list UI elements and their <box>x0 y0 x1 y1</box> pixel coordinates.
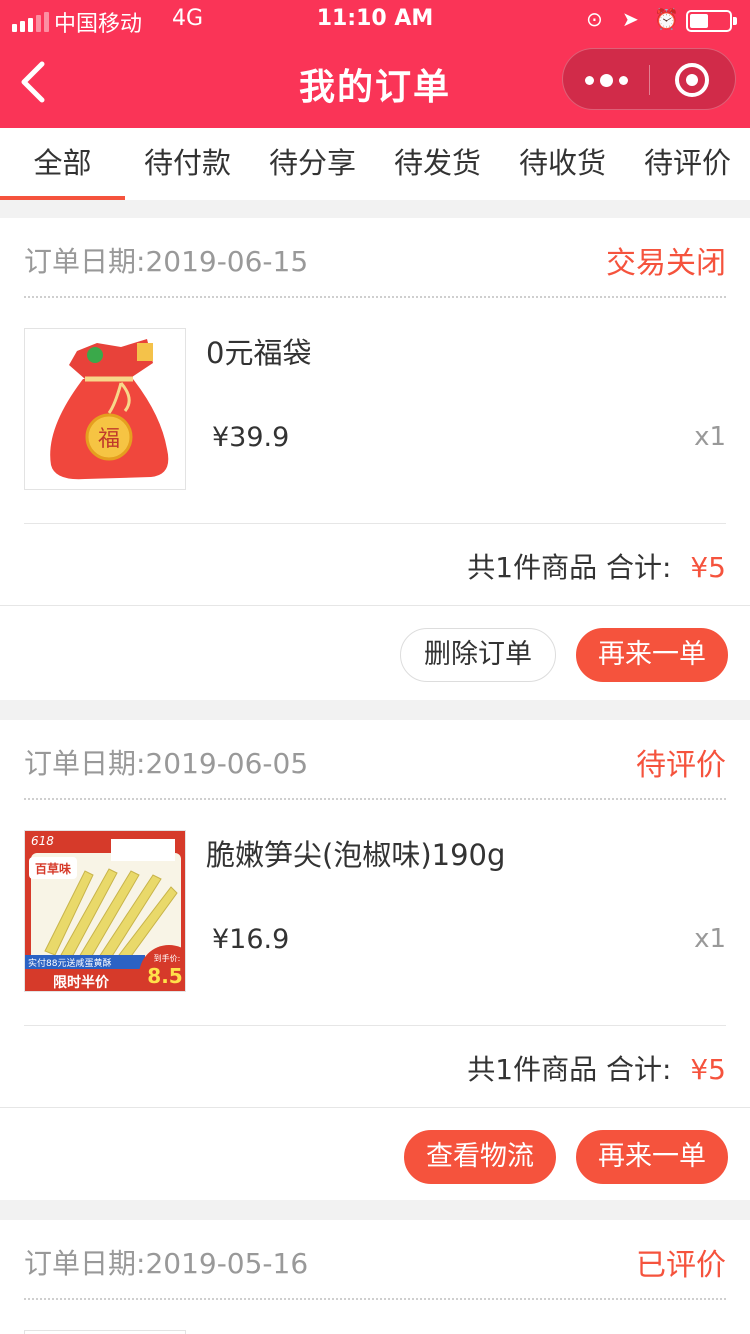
product-name: 脆嫩笋尖(泡椒味)190g <box>206 838 506 872</box>
total-label: 合计: <box>606 1053 672 1086</box>
close-miniprogram-button[interactable] <box>675 63 709 97</box>
order-header: 订单日期:2019-06-15 交易关闭 <box>24 218 726 298</box>
tab-all[interactable]: 全部 <box>0 128 125 200</box>
order-header: 订单日期:2019-05-16 已评价 <box>24 1220 726 1300</box>
promo-banner: 实付88元送咸蛋黄酥 <box>28 957 111 969</box>
total-amount: ¥5 <box>690 1053 726 1086</box>
delete-order-button[interactable]: 删除订单 <box>400 628 556 682</box>
location-icon: ➤ <box>622 7 639 31</box>
header-bar: 中国移动 4G 11:10 AM ⊙ ➤ ⏰ 我的订单 <box>0 0 750 128</box>
product-price: ¥16.9 <box>212 924 290 955</box>
miniprogram-capsule <box>562 48 736 110</box>
battery-icon <box>686 10 737 32</box>
alarm-icon: ⏰ <box>654 7 679 31</box>
tab-pending-share[interactable]: 待分享 <box>250 128 375 200</box>
order-date: 订单日期:2019-05-16 <box>24 1247 309 1280</box>
order-tabs: 全部 待付款 待分享 待发货 待收货 待评价 <box>0 128 750 200</box>
product-image: 618 百草味 实付88元送咸蛋黄酥 限时半价 到手价: 8.5 <box>24 830 186 992</box>
view-logistics-button[interactable]: 查看物流 <box>404 1130 556 1184</box>
order-summary: 共1件商品 合计: ¥5 <box>0 524 750 606</box>
status-bar: 中国移动 4G 11:10 AM ⊙ ➤ ⏰ <box>0 0 750 40</box>
more-dot-icon <box>618 75 628 85</box>
reorder-button[interactable]: 再来一单 <box>576 628 728 682</box>
price-tag-label: 到手价: <box>154 953 181 963</box>
nav-bar: 我的订单 <box>0 40 750 128</box>
order-status: 交易关闭 <box>606 246 726 281</box>
order-date: 订单日期:2019-06-15 <box>24 245 309 278</box>
order-item[interactable]: 618 百草味 实付88元送咸蛋黄酥 限时半价 到手价: 8.5 脆嫩笋尖(泡椒… <box>24 800 726 1026</box>
bag-character: 福 <box>98 427 120 452</box>
lucky-bag-image: 福 <box>50 339 169 480</box>
reorder-button[interactable]: 再来一单 <box>576 1130 728 1184</box>
tab-pending-review[interactable]: 待评价 <box>625 128 750 200</box>
order-summary: 共1件商品 合计: ¥5 <box>0 1026 750 1108</box>
orientation-lock-icon: ⊙ <box>586 7 603 31</box>
product-price: ¥39.9 <box>212 422 290 453</box>
target-icon <box>686 74 698 86</box>
price-tag-value: 8.5 <box>147 964 182 988</box>
total-amount: ¥5 <box>690 551 726 584</box>
product-image <box>24 1330 186 1334</box>
brand-logo-text: 百草味 <box>35 861 71 876</box>
more-menu-button[interactable] <box>563 49 649 111</box>
bamboo-shoot-image: 618 百草味 实付88元送咸蛋黄酥 限时半价 到手价: 8.5 <box>25 831 185 991</box>
product-image: 福 <box>24 328 186 490</box>
item-count: 共1件商品 <box>467 551 598 584</box>
order-status: 已评价 <box>636 1248 726 1283</box>
total-label: 合计: <box>606 551 672 584</box>
item-count: 共1件商品 <box>467 1053 598 1086</box>
order-item[interactable]: 福 0元福袋 ¥39.9 x1 <box>24 298 726 524</box>
order-actions: 查看物流 再来一单 <box>0 1108 750 1204</box>
order-card: 订单日期:2019-06-05 待评价 618 百草味 实付88元送咸蛋黄酥 限… <box>0 720 750 1200</box>
tab-pending-shipment[interactable]: 待发货 <box>375 128 500 200</box>
order-card: 订单日期:2019-06-15 交易关闭 福 0元福袋 ¥39.9 x1 共1件… <box>0 218 750 700</box>
order-card: 订单日期:2019-05-16 已评价 <box>0 1220 750 1334</box>
more-dot-icon <box>584 75 594 85</box>
product-name: 0元福袋 <box>206 336 312 370</box>
campaign-label: 618 <box>31 834 54 848</box>
tab-pending-payment[interactable]: 待付款 <box>125 128 250 200</box>
order-status: 待评价 <box>636 748 726 783</box>
order-actions: 删除订单 再来一单 <box>0 606 750 702</box>
capsule-divider <box>649 65 650 95</box>
product-quantity: x1 <box>694 422 726 452</box>
product-quantity: x1 <box>694 924 726 954</box>
order-header: 订单日期:2019-06-05 待评价 <box>24 720 726 800</box>
order-date: 订单日期:2019-06-05 <box>24 747 309 780</box>
tab-pending-receipt[interactable]: 待收货 <box>500 128 625 200</box>
deal-label: 限时半价 <box>53 974 110 991</box>
more-dot-icon <box>599 73 613 87</box>
